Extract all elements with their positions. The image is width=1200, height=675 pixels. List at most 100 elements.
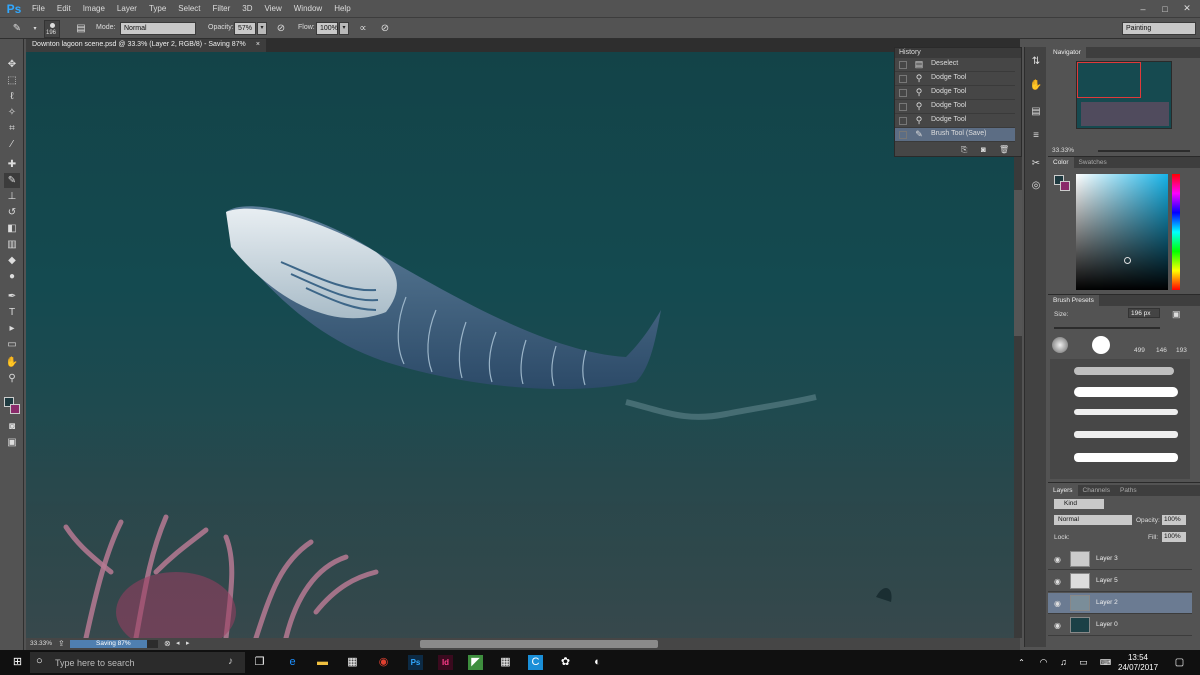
- tab-brush-presets[interactable]: Brush Presets: [1048, 295, 1099, 306]
- properties-panel-icon[interactable]: ≡: [1029, 129, 1043, 143]
- close-button[interactable]: ✕: [1176, 0, 1198, 17]
- mode-select[interactable]: Normal: [120, 22, 196, 35]
- history-brush-tool-icon[interactable]: ↺: [4, 205, 20, 220]
- document-canvas[interactable]: [26, 52, 1014, 638]
- layer-fill-field[interactable]: 100%: [1162, 532, 1186, 542]
- pressure-size-icon[interactable]: ⊘: [378, 22, 392, 36]
- history-panel-icon[interactable]: ⇅: [1029, 55, 1043, 69]
- scroll-left-icon[interactable]: ◂: [176, 639, 180, 647]
- menu-3d[interactable]: 3D: [236, 4, 258, 13]
- menu-file[interactable]: File: [26, 4, 51, 13]
- snapshot-checkbox[interactable]: [899, 131, 907, 139]
- tab-swatches[interactable]: Swatches: [1074, 157, 1112, 168]
- eyedropper-tool-icon[interactable]: ⁄: [4, 137, 20, 152]
- task-view-icon[interactable]: ❐: [252, 655, 267, 670]
- photoshop-taskbar-icon[interactable]: Ps: [408, 655, 423, 670]
- edge-icon[interactable]: e: [285, 655, 300, 670]
- quick-mask-icon[interactable]: ◙: [4, 419, 20, 434]
- path-select-tool-icon[interactable]: ▸: [4, 321, 20, 336]
- brush-picker[interactable]: 196: [44, 20, 60, 38]
- tab-channels[interactable]: Channels: [1078, 485, 1115, 496]
- hand-tool-icon[interactable]: ✋: [4, 355, 20, 370]
- dropdown-arrow-icon[interactable]: ▾: [28, 22, 42, 36]
- history-item[interactable]: ▤ Deselect: [895, 58, 1015, 72]
- move-tool-icon[interactable]: ✥: [4, 57, 20, 72]
- navigator-zoom[interactable]: 33.33%: [1052, 147, 1074, 154]
- stamp-tool-icon[interactable]: ⊥: [4, 189, 20, 204]
- store-icon[interactable]: ▦: [345, 655, 360, 670]
- blur-tool-icon[interactable]: ◆: [4, 253, 20, 268]
- minimize-button[interactable]: –: [1132, 0, 1154, 17]
- snapshot-checkbox[interactable]: [899, 75, 907, 83]
- menu-view[interactable]: View: [259, 4, 288, 13]
- zoom-tool-icon[interactable]: ⚲: [4, 371, 20, 386]
- menu-window[interactable]: Window: [288, 4, 328, 13]
- flow-field[interactable]: 100%: [316, 22, 338, 35]
- opacity-slider-button[interactable]: ▾: [257, 22, 267, 35]
- brush-size-field[interactable]: 196 px: [1128, 308, 1160, 318]
- share-icon[interactable]: ⇪: [58, 639, 65, 648]
- snapshot-checkbox[interactable]: [899, 103, 907, 111]
- pressure-opacity-icon[interactable]: ⊘: [274, 22, 288, 36]
- hard-brush-tip[interactable]: [1092, 336, 1110, 354]
- navigator-view-box[interactable]: [1077, 62, 1141, 98]
- history-item[interactable]: ⚲ Dodge Tool: [895, 100, 1015, 114]
- app-icon[interactable]: C: [528, 655, 543, 670]
- history-item[interactable]: ⚲ Dodge Tool: [895, 114, 1015, 128]
- brush-stroke-preview[interactable]: [1074, 387, 1178, 397]
- crop-tool-icon[interactable]: ⌗: [4, 121, 20, 136]
- layer-row[interactable]: ◉ Layer 0: [1048, 615, 1192, 636]
- brush-panel-icon[interactable]: ▤: [74, 22, 88, 36]
- airbrush-icon[interactable]: ∝: [356, 22, 370, 36]
- taskbar-date[interactable]: 24/07/2017: [1118, 663, 1158, 672]
- hue-slider[interactable]: [1172, 174, 1180, 290]
- tab-color[interactable]: Color: [1048, 157, 1074, 168]
- calculator-icon[interactable]: ▦: [498, 655, 513, 670]
- workspace-select[interactable]: Painting: [1122, 22, 1196, 35]
- brush-stroke-preview[interactable]: [1074, 453, 1178, 462]
- history-item[interactable]: ⚲ Dodge Tool: [895, 86, 1015, 100]
- brush-panel-toggle-icon[interactable]: ▣: [1172, 309, 1181, 320]
- windows-start-icon[interactable]: ⊞: [10, 655, 25, 670]
- navigator-zoom-slider[interactable]: [1098, 150, 1190, 152]
- volume-icon[interactable]: ♫: [1056, 655, 1071, 670]
- brush-stroke-preview[interactable]: [1074, 409, 1178, 415]
- chrome-icon[interactable]: ◉: [376, 655, 391, 670]
- menu-filter[interactable]: Filter: [207, 4, 237, 13]
- app-icon[interactable]: ◐: [590, 655, 605, 670]
- actions-panel-icon[interactable]: ✋: [1029, 79, 1043, 93]
- eye-icon[interactable]: ◉: [1054, 577, 1061, 586]
- snapshot-checkbox[interactable]: [899, 61, 907, 69]
- brush-size-slider[interactable]: [1054, 327, 1160, 329]
- layer-row-selected[interactable]: ◉ Layer 2: [1048, 593, 1192, 614]
- new-document-from-state-icon[interactable]: ⎘: [961, 145, 967, 155]
- close-tab-icon[interactable]: ×: [256, 41, 260, 50]
- brush-stroke-preview[interactable]: [1074, 367, 1174, 375]
- menu-image[interactable]: Image: [77, 4, 111, 13]
- layer-opacity-field[interactable]: 100%: [1162, 515, 1186, 525]
- tab-layers[interactable]: Layers: [1048, 485, 1078, 496]
- tab-navigator[interactable]: Navigator: [1048, 47, 1086, 58]
- wifi-icon[interactable]: ◠: [1036, 655, 1051, 670]
- notifications-icon[interactable]: ▢: [1172, 655, 1187, 670]
- indesign-icon[interactable]: Id: [438, 655, 453, 670]
- background-color-swatch[interactable]: [10, 404, 20, 414]
- menu-help[interactable]: Help: [328, 4, 356, 13]
- maps-app-icon[interactable]: ◤: [468, 655, 483, 670]
- scroll-right-icon[interactable]: ▸: [186, 639, 190, 647]
- color-field[interactable]: [1076, 174, 1168, 290]
- maximize-button[interactable]: □: [1154, 0, 1176, 17]
- menu-layer[interactable]: Layer: [111, 4, 143, 13]
- opacity-field[interactable]: 57%: [234, 22, 256, 35]
- eye-icon[interactable]: ◉: [1054, 555, 1061, 564]
- screen-mode-icon[interactable]: ▣: [4, 435, 20, 450]
- network-icon[interactable]: ▭: [1076, 655, 1091, 670]
- snapshot-checkbox[interactable]: [899, 117, 907, 125]
- trash-icon[interactable]: 🗑: [999, 145, 1009, 154]
- adjustments-panel-icon[interactable]: ◎: [1029, 179, 1043, 193]
- tab-paths[interactable]: Paths: [1115, 485, 1142, 496]
- microphone-icon[interactable]: ♪: [228, 656, 233, 667]
- navigator-preview[interactable]: [1076, 61, 1172, 129]
- brush-tool-icon[interactable]: ✎: [4, 173, 20, 188]
- eye-icon[interactable]: ◉: [1054, 621, 1061, 630]
